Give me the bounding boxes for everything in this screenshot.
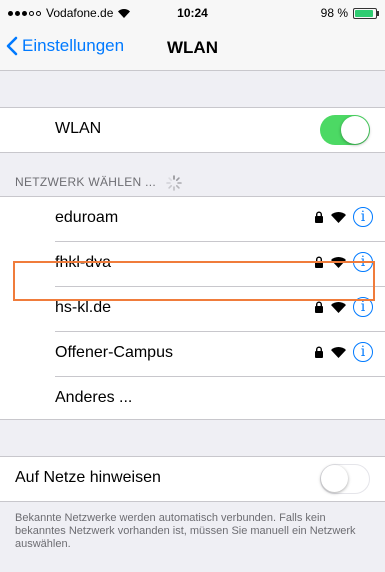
wifi-icon: [331, 301, 346, 313]
lock-icon: [315, 346, 323, 358]
network-list: eduroam i fhkl-dva i hs-kl.de i Offener-…: [0, 196, 385, 420]
status-bar: Vodafone.de 10:24 98 %: [0, 0, 385, 26]
lock-icon: [315, 301, 323, 313]
ask-to-join-row: Auf Netze hinweisen: [0, 457, 385, 501]
page-title: WLAN: [167, 38, 218, 57]
loading-spinner-icon: [165, 175, 182, 191]
ask-to-join-toggle[interactable]: [320, 464, 370, 494]
lock-icon: [315, 211, 323, 223]
network-row-eduroam[interactable]: eduroam i: [0, 197, 385, 241]
selection-highlight: [13, 261, 375, 301]
wlan-row: WLAN: [0, 108, 385, 152]
wlan-toggle[interactable]: [320, 115, 370, 145]
battery-info: 98 %: [320, 6, 379, 20]
network-name: hs-kl.de: [55, 299, 112, 316]
ask-to-join-label: Auf Netze hinweisen: [15, 469, 161, 486]
ask-to-join-group: Auf Netze hinweisen: [0, 456, 385, 502]
wlan-label: WLAN: [55, 120, 102, 137]
network-row-offener-campus[interactable]: Offener-Campus i: [0, 332, 385, 376]
network-name: eduroam: [55, 209, 119, 226]
navigation-bar: Einstellungen WLAN: [0, 26, 385, 71]
info-button[interactable]: i: [353, 207, 373, 227]
battery-percent: 98 %: [320, 6, 348, 20]
other-network-row[interactable]: Anderes ...: [0, 377, 385, 421]
footer-note: Bekannte Netzwerke werden automatisch ve…: [15, 512, 356, 550]
wifi-icon: [331, 211, 346, 223]
network-name: Offener-Campus: [55, 344, 173, 361]
wifi-icon: [331, 346, 346, 358]
battery-icon: [353, 7, 379, 19]
section-header: NETZWERK WÄHLEN ...: [15, 175, 182, 191]
other-network-label: Anderes ...: [55, 389, 133, 406]
wlan-group: WLAN: [0, 107, 385, 153]
info-button[interactable]: i: [353, 342, 373, 362]
section-header-label: NETZWERK WÄHLEN ...: [15, 175, 157, 190]
